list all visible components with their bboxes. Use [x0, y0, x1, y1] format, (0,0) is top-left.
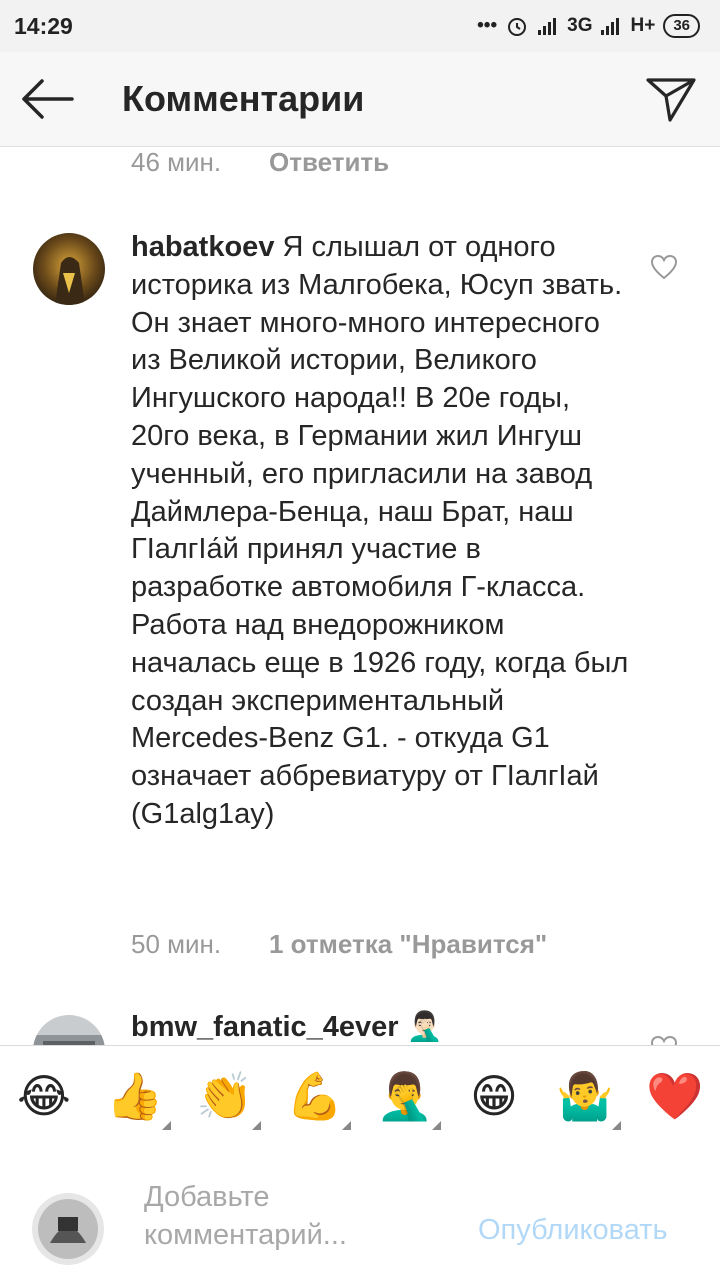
- comments-list[interactable]: 46 мин. Ответить habatkoev Я слышал от о…: [0, 147, 720, 1045]
- publish-button[interactable]: Опубликовать: [478, 1214, 668, 1247]
- notification-dots: •••: [477, 15, 498, 36]
- emoji-facepalm[interactable]: 🤦‍♂️: [376, 1068, 433, 1124]
- comment-username[interactable]: habatkoev: [131, 231, 274, 263]
- comment-meta: 50 мин. 1 отметка "Нравится": [131, 929, 547, 960]
- previous-comment-meta: 46 мин. Ответить: [131, 147, 389, 178]
- emoji-clapping[interactable]: 👏: [196, 1068, 253, 1124]
- network-3g: 3G: [567, 15, 593, 36]
- comment-input[interactable]: [144, 1178, 454, 1262]
- comment-body: bmw_fanatic_4ever 🤦🏻‍♂️: [131, 1009, 631, 1045]
- heart-outline-icon: [650, 1035, 678, 1045]
- emoji-tears-of-joy[interactable]: 😂: [16, 1068, 72, 1124]
- user-avatar: [32, 1193, 104, 1265]
- emoji-heart[interactable]: ❤️: [646, 1068, 703, 1124]
- skin-tone-indicator: [162, 1121, 171, 1130]
- network-hplus: H+: [630, 15, 656, 36]
- share-button[interactable]: [644, 74, 698, 124]
- skin-tone-indicator: [432, 1121, 441, 1130]
- arrow-left-icon: [22, 79, 74, 119]
- emoji-quick-bar: 😂 👍 👏 💪 🤦‍♂️ 😁 🤷‍♂️ ❤️: [0, 1045, 720, 1145]
- emoji-thumbs-up[interactable]: 👍: [106, 1068, 163, 1124]
- emoji-flexed-biceps[interactable]: 💪: [286, 1068, 343, 1124]
- comment-time: 46 мин.: [131, 147, 222, 177]
- comment-body: habatkoev Я слышал от одного историка из…: [131, 229, 631, 834]
- emoji-shrug[interactable]: 🤷‍♂️: [556, 1068, 613, 1124]
- username-emoji: 🤦🏻‍♂️: [406, 1011, 443, 1043]
- paper-plane-icon: [646, 78, 696, 122]
- avatar[interactable]: [33, 1015, 105, 1045]
- comment-composer: Опубликовать: [0, 1144, 720, 1280]
- signal-icon-2: [601, 18, 620, 35]
- skin-tone-indicator: [252, 1121, 261, 1130]
- emoji-grinning[interactable]: 😁: [466, 1068, 522, 1124]
- like-button[interactable]: [650, 1035, 678, 1045]
- battery-indicator: 36: [663, 14, 700, 38]
- comment-time: 50 мин.: [131, 929, 222, 959]
- alarm-icon: [508, 18, 527, 36]
- likes-count[interactable]: 1 отметка "Нравится": [269, 929, 547, 960]
- signal-icon: [538, 18, 557, 35]
- comment-username[interactable]: bmw_fanatic_4ever: [131, 1011, 399, 1043]
- status-time: 14:29: [14, 12, 73, 39]
- skin-tone-indicator: [342, 1121, 351, 1130]
- skin-tone-indicator: [612, 1121, 621, 1130]
- header: Комментарии: [0, 52, 720, 147]
- status-bar: 14:29 ••• 3G H+ 36: [0, 0, 720, 52]
- like-button[interactable]: [650, 254, 678, 280]
- avatar[interactable]: [33, 233, 105, 305]
- heart-outline-icon: [650, 254, 678, 280]
- reply-button[interactable]: Ответить: [269, 147, 389, 178]
- back-button[interactable]: [20, 76, 76, 122]
- comment-text: Я слышал от одного историка из Малгобека…: [131, 231, 629, 830]
- status-indicators: ••• 3G H+ 36: [477, 14, 700, 38]
- page-title: Комментарии: [122, 78, 365, 119]
